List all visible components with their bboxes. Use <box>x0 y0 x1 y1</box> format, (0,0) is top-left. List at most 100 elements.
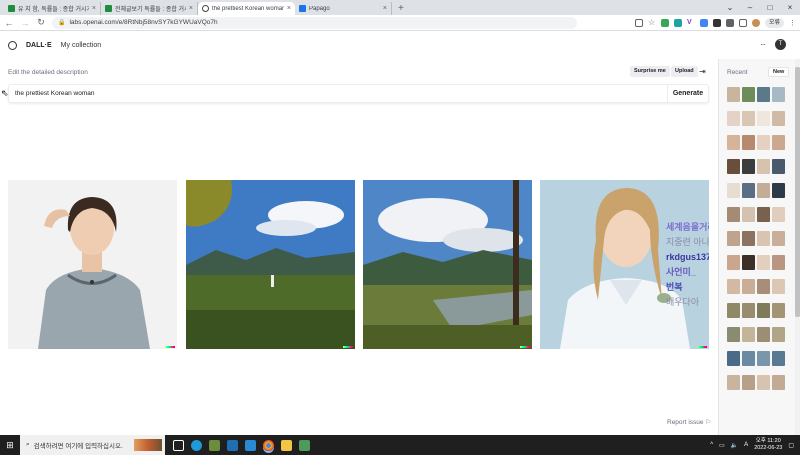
recent-thumbnail[interactable] <box>757 327 770 342</box>
windows-start-icon[interactable]: ⊞ <box>0 440 20 451</box>
forward-arrow-icon[interactable]: → <box>20 18 30 28</box>
recent-thumbnail[interactable] <box>772 135 785 150</box>
share-icon[interactable] <box>634 18 643 27</box>
new-tab-button[interactable]: + <box>392 2 410 15</box>
recent-thumbnail[interactable] <box>742 111 755 126</box>
recent-thumbnail[interactable] <box>772 183 785 198</box>
report-issue-link[interactable]: Report issue ⚐ <box>667 418 711 426</box>
notification-icon[interactable]: ▢ <box>788 442 794 449</box>
recent-thumbnail[interactable] <box>727 303 740 318</box>
recent-thumbnail[interactable] <box>727 159 740 174</box>
chevron-down-icon[interactable]: ⌄ <box>720 0 740 15</box>
profile-error-chip[interactable]: 오류 <box>764 17 784 28</box>
recent-thumbnail[interactable] <box>742 135 755 150</box>
recent-thumbnail[interactable] <box>742 255 755 270</box>
openai-logo-icon[interactable] <box>8 40 17 50</box>
recent-thumbnail[interactable] <box>757 159 770 174</box>
result-image-2[interactable] <box>186 180 355 349</box>
recent-thumbnail[interactable] <box>772 351 785 366</box>
recent-thumbnail[interactable] <box>727 327 740 342</box>
profile-avatar-icon[interactable] <box>751 18 760 27</box>
recent-thumbnail[interactable] <box>742 159 755 174</box>
recent-thumbnail[interactable] <box>727 351 740 366</box>
recent-thumbnail[interactable] <box>757 135 770 150</box>
recent-thumbnail[interactable] <box>742 231 755 246</box>
minimize-icon[interactable]: – <box>740 0 760 15</box>
task-view-icon[interactable] <box>173 439 184 451</box>
reload-icon[interactable]: ↻ <box>36 17 46 28</box>
scrollbar-thumb[interactable] <box>795 67 800 317</box>
tab-1[interactable]: 유 지 함, 독률들 : 종합 거시기 × <box>4 2 101 15</box>
recent-thumbnail[interactable] <box>757 111 770 126</box>
recent-thumbnail[interactable] <box>772 231 785 246</box>
new-button[interactable]: New <box>768 67 790 77</box>
puzzle-icon[interactable] <box>725 18 734 27</box>
recent-thumbnail[interactable] <box>772 111 785 126</box>
app-blue-icon[interactable] <box>245 439 256 451</box>
recent-thumbnail[interactable] <box>727 279 740 294</box>
close-icon[interactable]: × <box>92 5 96 12</box>
minecraft-icon[interactable] <box>209 439 220 451</box>
recent-thumbnail[interactable] <box>742 375 755 390</box>
result-image-4[interactable]: 세계음을거리에괴 지중련 아나자. 차디 rkdgus137 사언미_ 번복 배… <box>540 180 709 349</box>
recent-thumbnail[interactable] <box>727 231 740 246</box>
maximize-icon[interactable]: □ <box>760 0 780 15</box>
recent-thumbnail[interactable] <box>772 327 785 342</box>
file-explorer-icon[interactable] <box>281 439 292 451</box>
sidebar-toggle-icon[interactable] <box>738 18 747 27</box>
prompt-input[interactable]: the prettiest Korean woman Generate <box>8 84 709 103</box>
extension-v-icon[interactable]: V <box>687 19 695 27</box>
recent-thumbnail[interactable] <box>742 207 755 222</box>
recent-thumbnail[interactable] <box>772 87 785 102</box>
result-image-1[interactable] <box>8 180 177 349</box>
recent-thumbnail[interactable] <box>757 279 770 294</box>
recent-thumbnail[interactable] <box>757 87 770 102</box>
recent-thumbnail[interactable] <box>772 375 785 390</box>
upload-button[interactable]: Upload <box>671 66 698 77</box>
recent-thumbnail[interactable] <box>772 159 785 174</box>
back-arrow-icon[interactable]: ← <box>4 18 14 28</box>
ime-icon[interactable]: A <box>744 442 748 448</box>
visual-studio-icon[interactable] <box>227 439 238 451</box>
sidebar-scrollbar[interactable] <box>795 59 800 435</box>
recent-thumbnail[interactable] <box>772 207 785 222</box>
recent-thumbnail[interactable] <box>742 87 755 102</box>
recent-thumbnail[interactable] <box>757 183 770 198</box>
chevron-up-icon[interactable]: ^ <box>710 442 713 448</box>
tab-2[interactable]: 전체글보기 독률들 : 종합 거시기× <box>101 2 198 15</box>
chrome-icon[interactable] <box>263 439 274 451</box>
recent-thumbnail[interactable] <box>742 351 755 366</box>
tab-4[interactable]: Papago × <box>295 2 392 15</box>
recent-thumbnail[interactable] <box>772 255 785 270</box>
recent-thumbnail[interactable] <box>727 135 740 150</box>
volume-icon[interactable]: 🔈 <box>731 442 738 449</box>
recent-thumbnail[interactable] <box>727 375 740 390</box>
recent-thumbnail[interactable] <box>742 183 755 198</box>
tab-3[interactable]: the prettiest Korean woman | D...× <box>198 2 295 15</box>
app-green-icon[interactable] <box>299 439 310 451</box>
close-icon[interactable]: × <box>383 5 387 12</box>
brand-name[interactable]: DALL·E <box>26 42 52 49</box>
url-bar[interactable]: 🔒 labs.openai.com/e/8RtNbj58nvSY7kGYWUaV… <box>52 16 577 29</box>
recent-thumbnail[interactable] <box>727 207 740 222</box>
kebab-menu-icon[interactable]: ⋮ <box>789 19 796 27</box>
recent-thumbnail[interactable] <box>757 255 770 270</box>
recent-thumbnail[interactable] <box>742 327 755 342</box>
recent-thumbnail[interactable] <box>757 303 770 318</box>
generate-button[interactable]: Generate <box>667 85 708 102</box>
close-icon[interactable]: × <box>189 5 193 12</box>
more-menu-icon[interactable]: ··· <box>760 40 766 49</box>
extension-teal-icon[interactable] <box>673 18 682 27</box>
taskbar-search-box[interactable]: ⌕ 검색하려면 여기에 입력하십시오. <box>20 435 165 455</box>
recent-thumbnail[interactable] <box>757 375 770 390</box>
edge-icon[interactable] <box>191 439 202 451</box>
my-collection-link[interactable]: My collection <box>61 42 101 49</box>
extension-green-icon[interactable] <box>660 18 669 27</box>
clock[interactable]: 오후 11:20 2022-06-23 <box>754 438 782 452</box>
recent-thumbnail[interactable] <box>742 279 755 294</box>
network-icon[interactable]: ▭ <box>719 442 725 449</box>
extension-dark-icon[interactable] <box>712 18 721 27</box>
recent-thumbnail[interactable] <box>727 255 740 270</box>
surprise-me-button[interactable]: Surprise me <box>630 66 670 77</box>
recent-thumbnail[interactable] <box>772 303 785 318</box>
